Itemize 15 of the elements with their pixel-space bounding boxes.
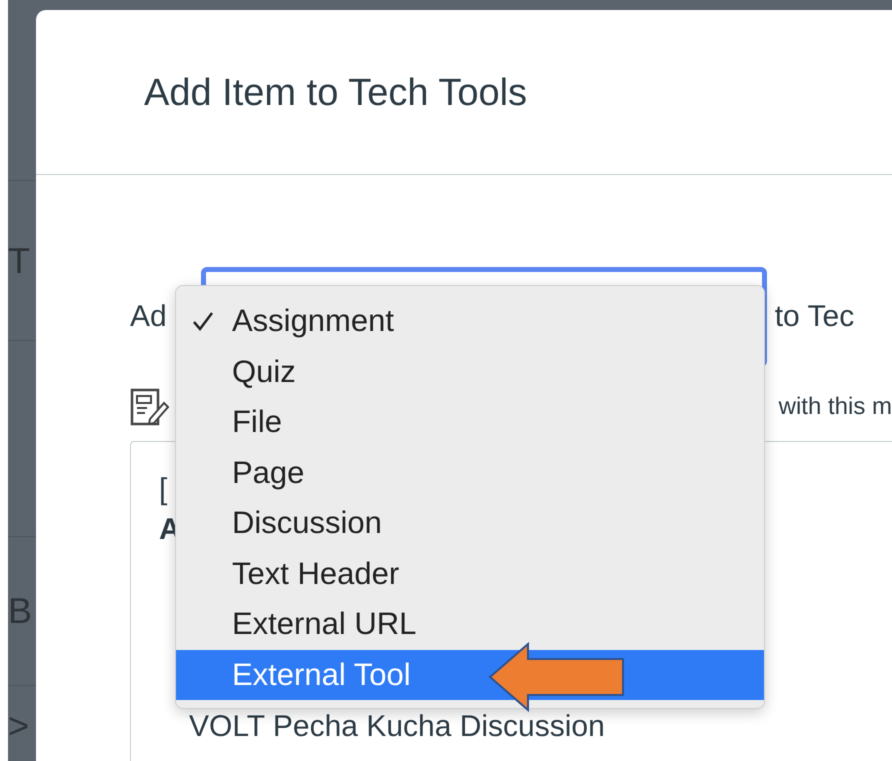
menu-item[interactable]: Assignment bbox=[176, 296, 764, 346]
menu-item[interactable]: Discussion bbox=[176, 498, 764, 548]
menu-item[interactable]: Page bbox=[176, 448, 764, 498]
list-text: [ bbox=[159, 472, 168, 508]
list-item[interactable]: VOLT Pecha Kucha Discussion bbox=[189, 710, 605, 744]
menu-item[interactable]: File bbox=[176, 397, 764, 448]
add-label: Ad bbox=[130, 300, 167, 334]
target-label: to Tec bbox=[774, 300, 854, 334]
menu-item[interactable]: Text Header bbox=[176, 548, 764, 599]
menu-item[interactable]: External URL bbox=[176, 599, 764, 650]
menu-item[interactable]: Quiz bbox=[176, 346, 764, 397]
hint-text: with this m bbox=[778, 393, 892, 421]
arrow-icon bbox=[488, 642, 626, 712]
dialog-title: Add Item to Tech Tools bbox=[36, 10, 892, 175]
edit-icon bbox=[130, 387, 170, 427]
